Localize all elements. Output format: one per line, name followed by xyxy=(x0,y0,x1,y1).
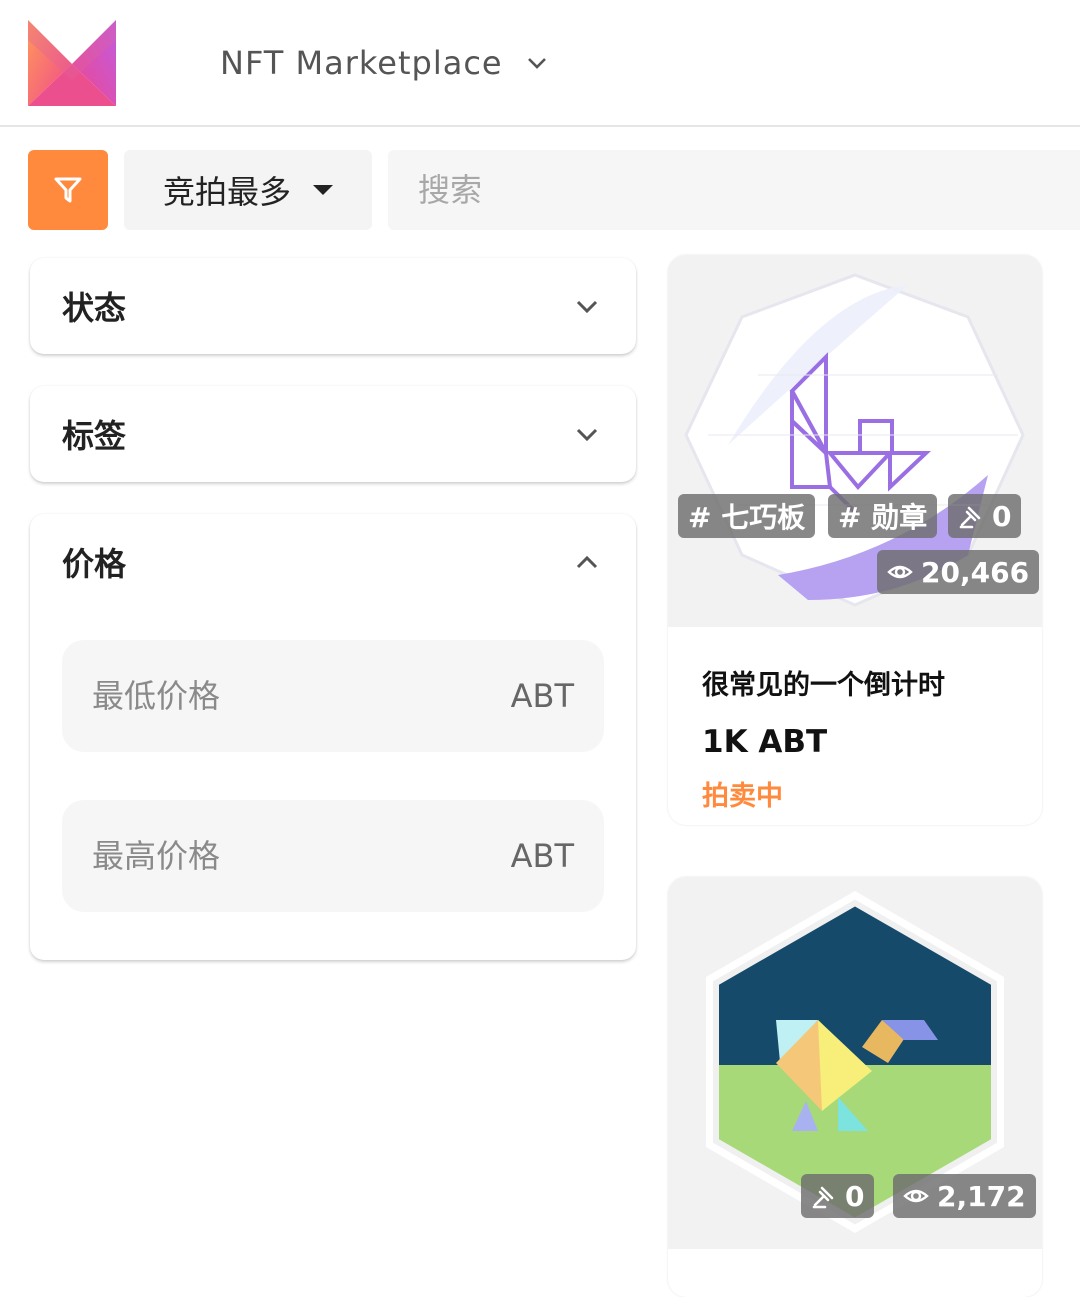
chevron-up-icon xyxy=(576,555,598,569)
app-title: NFT Marketplace xyxy=(220,44,503,82)
tag-chip[interactable]: # 七巧板 xyxy=(678,494,816,538)
gavel-icon xyxy=(812,1186,834,1209)
filter-icon xyxy=(54,177,82,203)
min-price-input[interactable] xyxy=(92,677,452,715)
nft-card[interactable]: 0 2,172 xyxy=(668,877,1042,1297)
status-filter-title: 状态 xyxy=(62,289,127,327)
auction-status: 拍卖中 xyxy=(702,781,783,812)
chevron-down-icon xyxy=(576,300,598,314)
tag-label: # 勋章 xyxy=(838,501,928,534)
app-switcher[interactable]: NFT Marketplace xyxy=(220,38,549,88)
currency-unit: ABT xyxy=(510,677,574,715)
tags-filter-header[interactable]: 标签 xyxy=(30,386,636,482)
search-box xyxy=(388,150,1080,230)
chevron-down-icon xyxy=(576,428,598,442)
min-price-field: ABT xyxy=(62,640,604,752)
chevron-down-icon xyxy=(527,58,546,69)
nft-price: 1K ABT xyxy=(702,724,828,760)
eye-icon xyxy=(887,565,913,579)
view-count-value: 2,172 xyxy=(937,1179,1026,1213)
price-filter-panel: 价格 ABT ABT xyxy=(30,514,636,960)
tags-filter-panel: 标签 xyxy=(30,386,636,482)
sort-label: 竞拍最多 xyxy=(162,173,291,211)
nft-card[interactable]: # 七巧板 # 勋章 0 20,466 很常见的一个倒计时 1K ABT 拍卖中 xyxy=(668,255,1042,825)
bid-count: 0 xyxy=(948,494,1022,538)
search-input[interactable] xyxy=(388,150,1080,230)
tag-chip[interactable]: # 勋章 xyxy=(828,494,938,538)
tags-filter-title: 标签 xyxy=(62,417,127,455)
view-count: 2,172 xyxy=(893,1174,1036,1218)
price-filter-title: 价格 xyxy=(62,545,127,583)
view-count-value: 20,466 xyxy=(921,555,1030,589)
nft-name: 很常见的一个倒计时 xyxy=(702,670,945,701)
nft-image: 0 2,172 xyxy=(668,877,1042,1249)
bid-count-value: 0 xyxy=(845,1179,865,1213)
currency-unit: ABT xyxy=(510,837,574,875)
status-filter-header[interactable]: 状态 xyxy=(30,258,636,354)
filter-button[interactable] xyxy=(28,150,108,230)
marketplace-logo[interactable] xyxy=(28,20,116,106)
tag-label: # 七巧板 xyxy=(688,501,806,534)
caret-down-icon xyxy=(313,185,333,195)
bid-count: 0 xyxy=(801,1174,875,1218)
bid-count-value: 0 xyxy=(992,499,1012,533)
price-filter-header[interactable]: 价格 xyxy=(30,514,636,610)
nft-image: # 七巧板 # 勋章 0 20,466 xyxy=(668,255,1042,627)
max-price-field: ABT xyxy=(62,800,604,912)
gavel-icon xyxy=(959,506,981,529)
view-count: 20,466 xyxy=(877,550,1040,594)
top-header: NFT Marketplace xyxy=(0,0,1080,127)
status-filter-panel: 状态 xyxy=(30,258,636,354)
eye-icon xyxy=(903,1189,929,1203)
sort-dropdown[interactable]: 竞拍最多 xyxy=(124,150,372,230)
card-info: 很常见的一个倒计时 1K ABT 拍卖中 xyxy=(668,627,1042,813)
max-price-input[interactable] xyxy=(92,837,452,875)
